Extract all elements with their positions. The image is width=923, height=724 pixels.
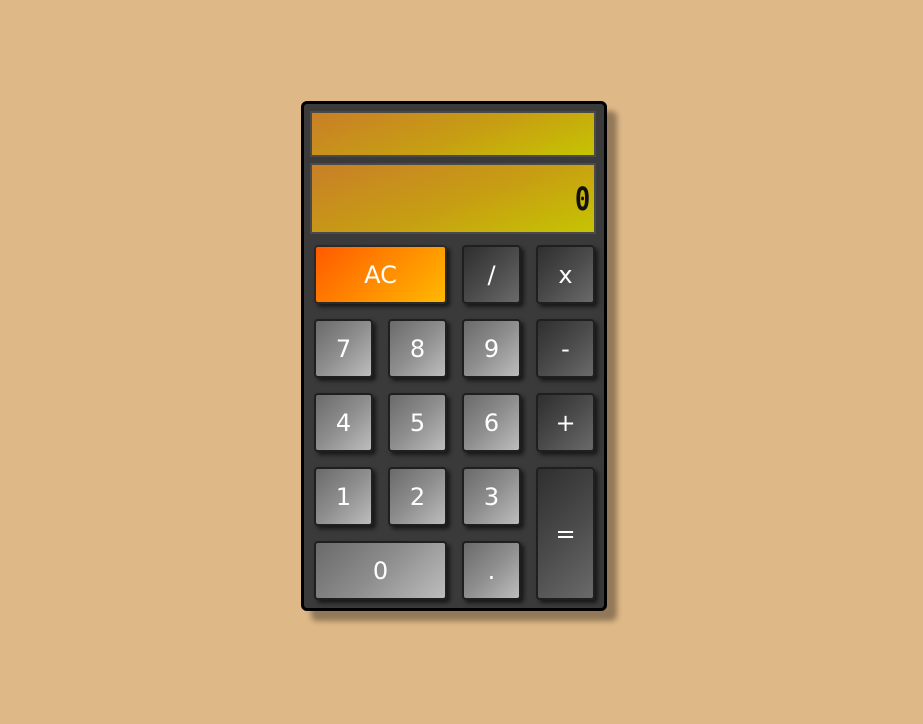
current-operand-display: 0 [310, 163, 596, 234]
subtract-button[interactable]: - [536, 319, 595, 378]
calculator: 0 AC / x 7 8 9 - 4 5 6 + 1 2 3 = 0 . [301, 101, 607, 611]
digit-7-button[interactable]: 7 [314, 319, 373, 378]
divide-button[interactable]: / [462, 245, 521, 304]
digit-3-button[interactable]: 3 [462, 467, 521, 526]
all-clear-button[interactable]: AC [314, 245, 447, 304]
digit-9-button[interactable]: 9 [462, 319, 521, 378]
digit-2-button[interactable]: 2 [388, 467, 447, 526]
digit-5-button[interactable]: 5 [388, 393, 447, 452]
digit-6-button[interactable]: 6 [462, 393, 521, 452]
add-button[interactable]: + [536, 393, 595, 452]
decimal-point-button[interactable]: . [462, 541, 521, 600]
digit-4-button[interactable]: 4 [314, 393, 373, 452]
digit-8-button[interactable]: 8 [388, 319, 447, 378]
equals-button[interactable]: = [536, 467, 595, 600]
current-operand-text: 0 [574, 180, 590, 218]
previous-operand-display [310, 111, 596, 157]
digit-1-button[interactable]: 1 [314, 467, 373, 526]
digit-0-button[interactable]: 0 [314, 541, 447, 600]
multiply-button[interactable]: x [536, 245, 595, 304]
